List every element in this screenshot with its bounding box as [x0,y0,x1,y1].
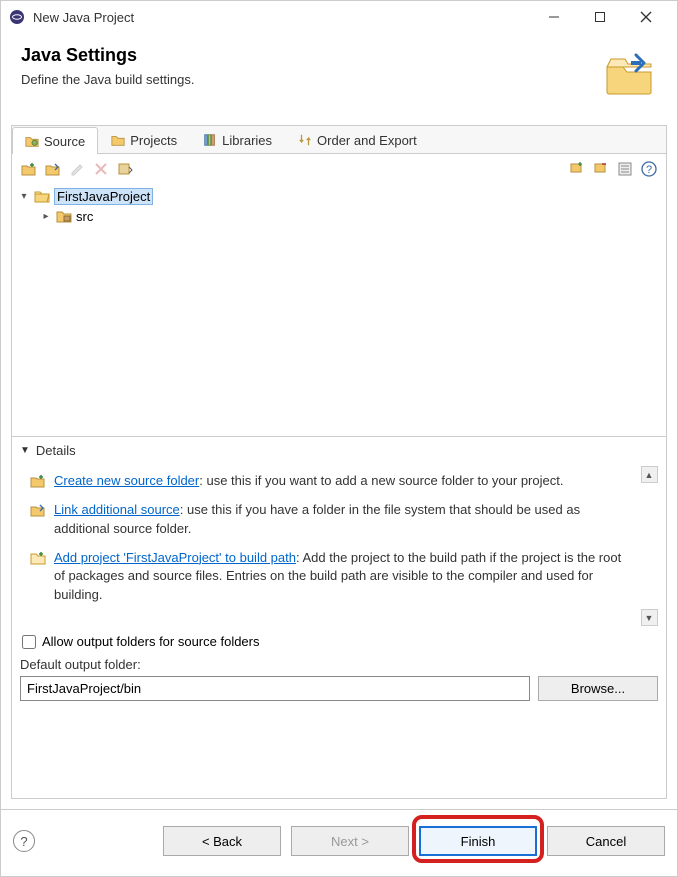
cancel-button[interactable]: Cancel [547,826,665,856]
banner-heading: Java Settings [21,45,194,66]
tab-libraries-label: Libraries [222,133,272,148]
default-output-row: Browse... [20,676,658,701]
collapse-all-button[interactable] [590,158,612,180]
edit-button [66,158,88,180]
close-button[interactable] [623,2,669,32]
wizard-footer: ? < Back Next > Finish Cancel [1,809,677,876]
minimize-button[interactable] [531,2,577,32]
tab-source-label: Source [44,134,85,149]
chevron-right-icon[interactable]: ▸ [40,210,52,222]
default-output-label: Default output folder: [20,657,658,672]
allow-output-folders-row: Allow output folders for source folders [22,634,656,649]
source-toolbar: ? [12,154,666,184]
details-heading-label: Details [36,443,76,458]
scroll-down-button[interactable]: ▼ [641,609,658,626]
titlebar: New Java Project [1,1,677,33]
project-open-icon [34,188,50,204]
build-path-panel: Source Projects Libraries Order and Expo… [11,125,667,799]
details-header[interactable]: ▼ Details [20,443,658,458]
window-title: New Java Project [33,10,531,25]
content-area: Source Projects Libraries Order and Expo… [1,117,677,809]
package-folder-icon [56,208,72,224]
allow-output-folders-label: Allow output folders for source folders [42,634,260,649]
detail-add-project-to-buildpath: Add project 'FirstJavaProject' to build … [30,549,634,606]
source-tree[interactable]: ▾ FirstJavaProject ▸ src [12,184,666,436]
link-additional-source-link[interactable]: Link additional source [54,502,180,517]
project-name-label: FirstJavaProject [54,188,153,205]
scroll-up-button[interactable]: ▲ [641,466,658,483]
toggle-button[interactable] [114,158,136,180]
allow-output-folders-checkbox[interactable] [22,635,36,649]
chevron-down-icon: ▼ [20,445,30,456]
browse-button[interactable]: Browse... [538,676,658,701]
details-section: ▼ Details Create new source folder: use … [12,436,666,709]
maximize-button[interactable] [577,2,623,32]
expand-all-button[interactable] [566,158,588,180]
link-source-button[interactable] [42,158,64,180]
new-source-folder-icon [30,473,46,489]
finish-button[interactable]: Finish [419,826,537,856]
show-output-button[interactable] [614,158,636,180]
tabs-bar: Source Projects Libraries Order and Expo… [12,126,666,154]
eclipse-icon [9,9,25,25]
chevron-down-icon[interactable]: ▾ [18,190,30,202]
create-source-folder-link[interactable]: Create new source folder [54,473,199,488]
add-source-folder-button[interactable] [18,158,40,180]
banner-text: Java Settings Define the Java build sett… [21,45,194,87]
src-label: src [76,209,93,224]
detail-create-source-folder: Create new source folder: use this if yo… [30,472,634,491]
dialog-window: New Java Project Java Settings Define th… [0,0,678,877]
details-scrollbar[interactable]: ▲ ▼ [640,466,658,626]
order-export-icon [298,133,312,147]
default-output-input[interactable] [20,676,530,701]
remove-button [90,158,112,180]
window-controls [531,2,669,32]
help-button[interactable]: ? [13,830,35,852]
svg-text:?: ? [646,164,652,176]
back-button[interactable]: < Back [163,826,281,856]
create-source-folder-desc: : use this if you want to add a new sour… [199,473,563,488]
add-project-buildpath-link[interactable]: Add project 'FirstJavaProject' to build … [54,550,296,565]
banner-subheading: Define the Java build settings. [21,72,194,87]
projects-icon [111,133,125,147]
tab-projects[interactable]: Projects [98,126,190,153]
tree-project-node[interactable]: ▾ FirstJavaProject [18,186,660,206]
tab-order-export-label: Order and Export [317,133,417,148]
tab-projects-label: Projects [130,133,177,148]
tree-src-node[interactable]: ▸ src [18,206,660,226]
add-project-icon [30,550,46,566]
detail-link-additional-source: Link additional source: use this if you … [30,501,634,539]
link-source-icon [30,502,46,518]
next-button: Next > [291,826,409,856]
tab-libraries[interactable]: Libraries [190,126,285,153]
tab-order-export[interactable]: Order and Export [285,126,430,153]
banner-folder-icon [601,45,657,101]
help-icon[interactable]: ? [638,158,660,180]
wizard-banner: Java Settings Define the Java build sett… [1,33,677,117]
tab-source[interactable]: Source [12,127,98,154]
libraries-icon [203,133,217,147]
details-list: Create new source folder: use this if yo… [20,466,640,615]
source-folder-icon [25,134,39,148]
